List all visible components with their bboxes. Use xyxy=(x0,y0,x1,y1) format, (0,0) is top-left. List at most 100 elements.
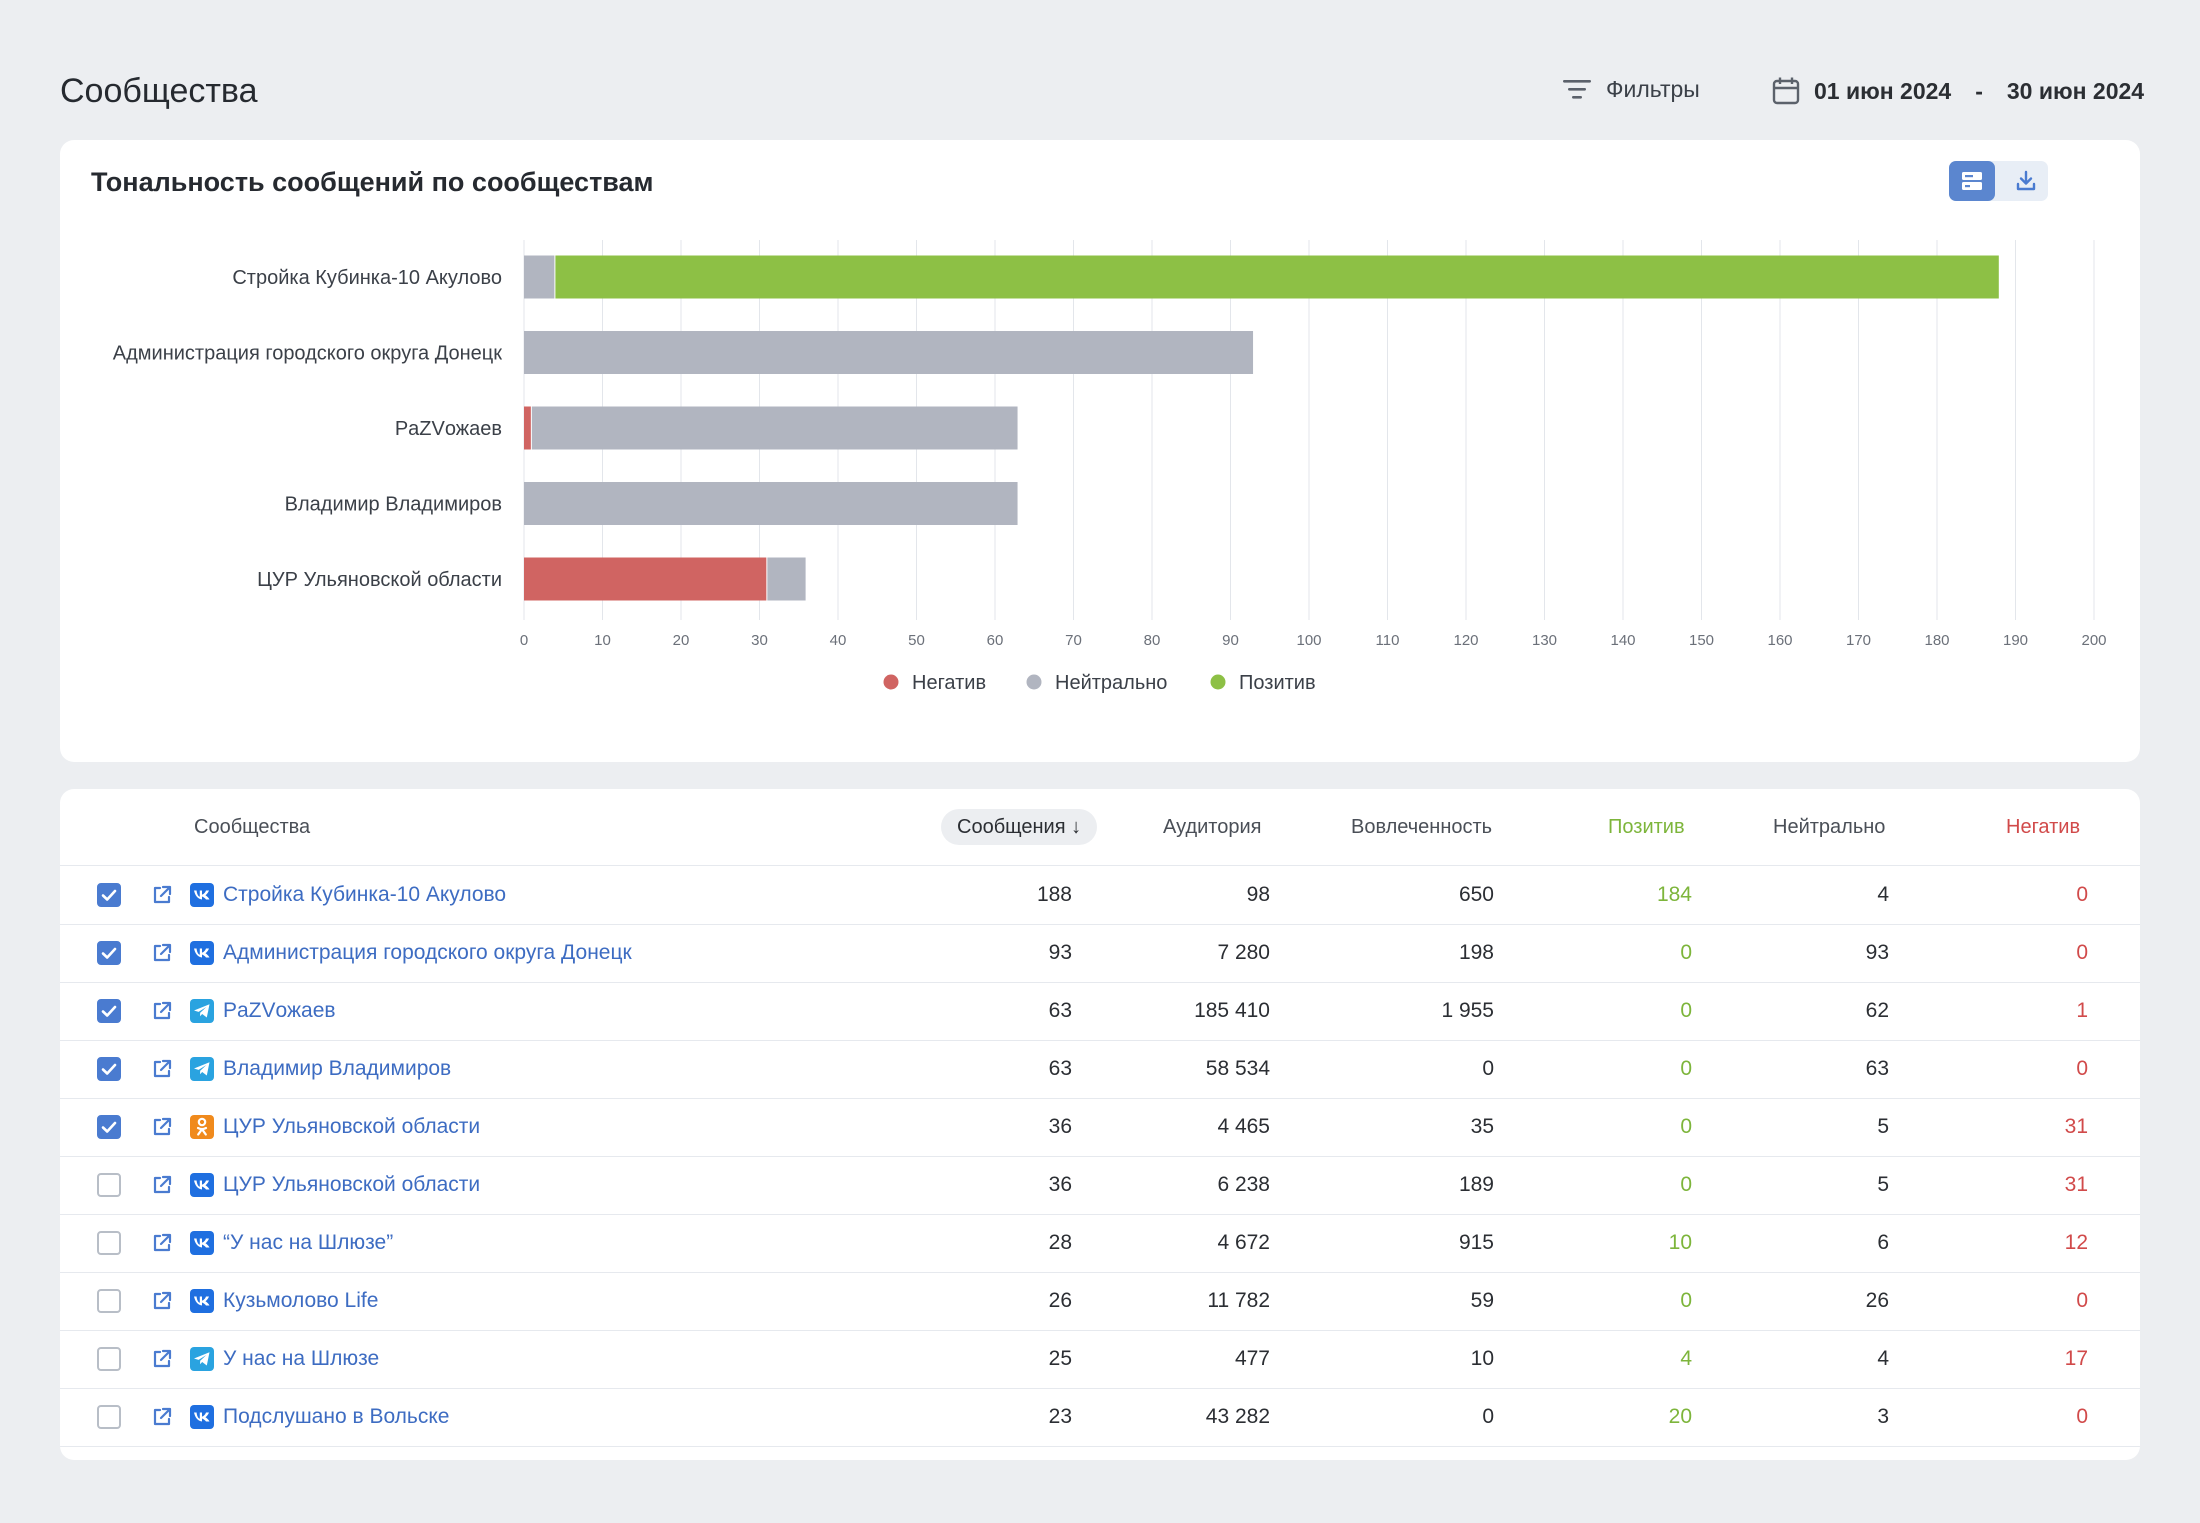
row-checkbox[interactable] xyxy=(97,1405,121,1429)
cell-neutral: 6 xyxy=(1877,1231,1889,1254)
x-tick-label: 190 xyxy=(2003,632,2028,649)
external-link-button[interactable] xyxy=(150,1115,174,1139)
cell-engagement: 0 xyxy=(1482,1405,1494,1428)
table-row: “У нас на Шлюзе” 28 4 672 915 10 6 12 xyxy=(60,1214,2140,1273)
bar-segment-Позитив xyxy=(555,255,1999,299)
table-row: Владимир Владимиров 63 58 534 0 0 63 0 xyxy=(60,1040,2140,1099)
row-checkbox[interactable] xyxy=(97,1057,121,1081)
community-name-link[interactable]: PaZVожаев xyxy=(223,982,336,1040)
category-label: PaZVожаев xyxy=(395,418,502,440)
col-audience[interactable]: Аудитория xyxy=(1163,789,1261,865)
x-tick-label: 40 xyxy=(830,632,847,649)
cell-positive: 0 xyxy=(1680,1173,1692,1196)
ok-icon xyxy=(190,1115,214,1139)
col-community[interactable]: Сообщества xyxy=(194,789,310,865)
cell-audience: 7 280 xyxy=(1217,941,1270,964)
row-checkbox[interactable] xyxy=(97,1347,121,1371)
cell-negative: 0 xyxy=(2076,883,2088,906)
checkmark-icon xyxy=(101,1121,117,1133)
row-checkbox[interactable] xyxy=(97,999,121,1023)
category-label: Администрация городского округа Донецк xyxy=(113,343,502,365)
external-link-icon xyxy=(153,1117,172,1136)
row-checkbox[interactable] xyxy=(97,1289,121,1313)
community-name-link[interactable]: Стройка Кубинка-10 Акулово xyxy=(223,866,506,924)
row-checkbox[interactable] xyxy=(97,941,121,965)
date-range-button[interactable]: 01 июн 2024 - 30 июн 2024 xyxy=(1772,76,2144,106)
row-checkbox[interactable] xyxy=(97,883,121,907)
external-link-icon xyxy=(153,1059,172,1078)
external-link-icon xyxy=(153,1175,172,1194)
external-link-button[interactable] xyxy=(150,1405,174,1429)
community-name-link[interactable]: ЦУР Ульяновской области xyxy=(223,1098,480,1156)
community-name-link[interactable]: Владимир Владимиров xyxy=(223,1040,451,1098)
vk-icon xyxy=(190,883,214,907)
cell-audience: 43 282 xyxy=(1205,1405,1270,1428)
cell-audience: 11 782 xyxy=(1207,1289,1270,1312)
row-checkbox[interactable] xyxy=(97,1231,121,1255)
cell-audience: 4 672 xyxy=(1217,1231,1270,1254)
row-checkbox[interactable] xyxy=(97,1173,121,1197)
community-name-link[interactable]: Администрация городского округа Донецк xyxy=(223,924,632,982)
cell-messages: 28 xyxy=(1048,1231,1072,1254)
cell-positive: 0 xyxy=(1680,1057,1692,1080)
cell-positive: 0 xyxy=(1680,941,1692,964)
vk-icon xyxy=(190,1231,214,1255)
date-to: 30 июн 2024 xyxy=(2006,77,2145,104)
community-name-link[interactable]: ЦУР Ульяновской области xyxy=(223,1156,480,1214)
cell-neutral: 26 xyxy=(1865,1289,1889,1312)
external-link-icon xyxy=(153,1291,172,1310)
external-link-icon xyxy=(153,885,172,904)
bar-segment-Нейтрально xyxy=(531,406,1018,450)
filters-button[interactable]: Фильтры xyxy=(1562,76,1700,103)
col-messages[interactable]: Сообщения ↓ xyxy=(941,809,1098,845)
external-link-button[interactable] xyxy=(150,1347,174,1371)
page-title: Сообщества xyxy=(60,72,258,110)
checkmark-icon xyxy=(101,889,117,901)
bar-segment-Негатив xyxy=(524,557,767,601)
category-label: Стройка Кубинка-10 Акулово xyxy=(232,267,502,289)
cell-positive: 0 xyxy=(1680,999,1692,1022)
x-tick-label: 100 xyxy=(1296,632,1321,649)
external-link-button[interactable] xyxy=(150,999,174,1023)
community-name-link[interactable]: Подслушано в Вольске xyxy=(223,1388,449,1446)
date-separator: - xyxy=(1975,77,1983,104)
table-row: ЦУР Ульяновской области 36 6 238 189 0 5 31 xyxy=(60,1156,2140,1215)
cell-engagement: 650 xyxy=(1458,883,1494,906)
table-row: ЦУР Ульяновской области 36 4 465 35 0 5 31 xyxy=(60,1098,2140,1157)
external-link-button[interactable] xyxy=(150,941,174,965)
cell-messages: 23 xyxy=(1048,1405,1072,1428)
filters-label: Фильтры xyxy=(1606,76,1700,102)
bar-segment-Нейтрально xyxy=(767,557,806,601)
row-checkbox[interactable] xyxy=(97,1115,121,1139)
cell-audience: 477 xyxy=(1234,1347,1270,1370)
col-negative[interactable]: Негатив xyxy=(2006,789,2080,865)
cell-negative: 0 xyxy=(2076,1057,2088,1080)
col-engagement[interactable]: Вовлеченность xyxy=(1351,789,1492,865)
filter-lines-icon xyxy=(1563,79,1591,99)
cell-positive: 4 xyxy=(1680,1347,1692,1370)
cell-neutral: 5 xyxy=(1877,1173,1889,1196)
community-name-link[interactable]: У нас на Шлюзе xyxy=(223,1330,379,1388)
communities-table: Сообщества Сообщения ↓ Аудитория Вовлече… xyxy=(60,789,2140,1460)
col-positive[interactable]: Позитив xyxy=(1608,789,1685,865)
col-neutral[interactable]: Нейтрально xyxy=(1773,789,1885,865)
category-label: ЦУР Ульяновской области xyxy=(257,569,502,591)
vk-icon xyxy=(190,1289,214,1313)
external-link-button[interactable] xyxy=(150,1057,174,1081)
bar-segment-Нейтрально xyxy=(524,255,555,299)
cell-messages: 36 xyxy=(1048,1115,1072,1138)
external-link-icon xyxy=(153,1001,172,1020)
external-link-button[interactable] xyxy=(150,1231,174,1255)
tg-icon xyxy=(190,999,214,1023)
external-link-button[interactable] xyxy=(150,1173,174,1197)
table-row: У нас на Шлюзе 25 477 10 4 4 17 xyxy=(60,1330,2140,1389)
community-name-link[interactable]: “У нас на Шлюзе” xyxy=(223,1214,393,1272)
x-tick-label: 130 xyxy=(1532,632,1557,649)
cell-audience: 6 238 xyxy=(1217,1173,1270,1196)
chart-card: Тональность сообщений по сообществам 0 10 xyxy=(60,140,2140,762)
cell-positive: 10 xyxy=(1668,1231,1692,1254)
community-name-link[interactable]: Кузьмолово Life xyxy=(223,1272,378,1330)
vk-icon xyxy=(190,1405,214,1429)
external-link-button[interactable] xyxy=(150,1289,174,1313)
external-link-button[interactable] xyxy=(150,883,174,907)
